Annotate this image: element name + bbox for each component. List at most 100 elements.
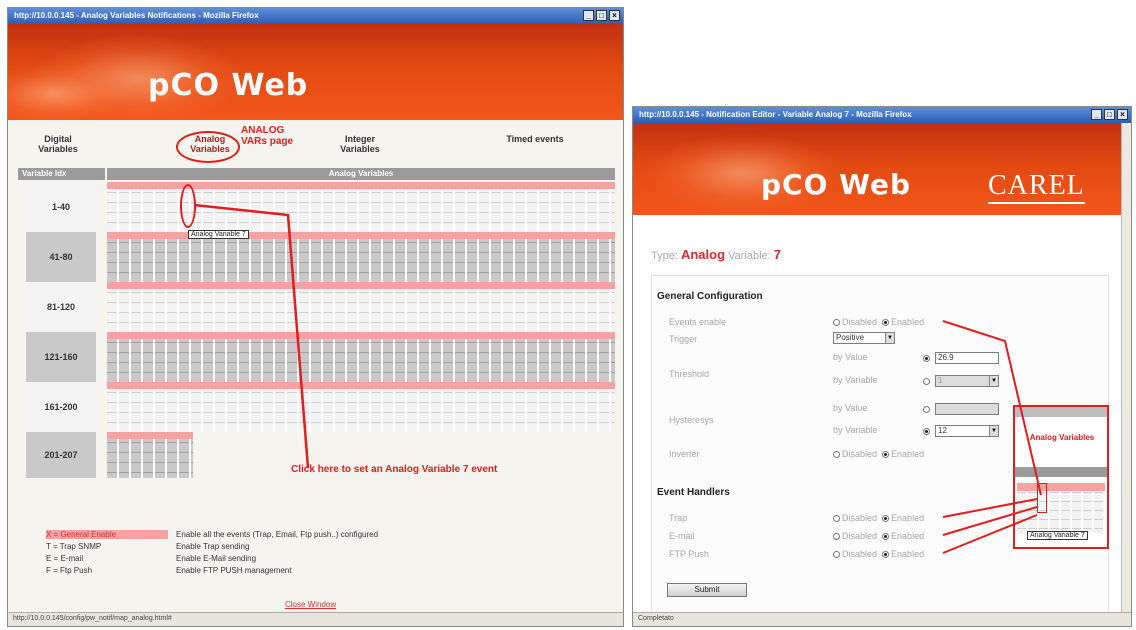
right-scrollbar[interactable] (1121, 123, 1131, 612)
events-enabled-radio[interactable] (882, 319, 890, 327)
threshold-by-variable-label: by Variable (833, 375, 878, 385)
ftp-enabled-radio[interactable] (882, 551, 890, 559)
row-label-121-160: 121-160 (26, 332, 96, 382)
nav-integer-variables[interactable]: Integer Variables (330, 134, 390, 154)
right-title-bar: http://10.0.0.145 - Notification Editor … (633, 107, 1131, 123)
legend-key: E = E-mail (46, 553, 84, 563)
trap-label: Trap (669, 513, 688, 523)
cells-41-80[interactable] (107, 232, 615, 282)
threshold-label: Threshold (669, 369, 710, 379)
variable-nav: Digital Variables Analog Variables Integ… (28, 134, 608, 154)
hysteresis-by-value-label: by Value (833, 403, 868, 413)
inset-tooltip: Analog Variable 7 (1027, 531, 1088, 540)
maximize-button[interactable]: □ (1104, 109, 1115, 120)
annotation-click-here: Click here to set an Analog Variable 7 e… (291, 464, 498, 475)
legend-row: X = General Enable Enable all the events… (46, 528, 378, 540)
inset-analog-label: Analog Variables (1029, 433, 1095, 442)
email-disabled-radio[interactable] (833, 533, 840, 541)
hysteresis-label: Hysteresys (669, 415, 714, 425)
analog-highlight-ellipse (176, 131, 240, 163)
trap-radios: Disabled Enabled (833, 513, 924, 523)
close-window-link[interactable]: Close Window (285, 600, 336, 609)
inverter-disabled-radio[interactable] (833, 451, 840, 459)
threshold-by-value-radio[interactable] (923, 355, 930, 362)
nav-timed-events[interactable]: Timed events (490, 134, 580, 154)
hysteresis-value-input[interactable] (935, 403, 999, 415)
threshold-by-variable-radio[interactable] (923, 378, 930, 385)
cells-81-120[interactable] (107, 282, 615, 332)
left-browser-window: http://10.0.0.145 - Analog Variables Not… (7, 7, 624, 627)
inverter-radios: Disabled Enabled (833, 449, 924, 459)
row-label-201-207: 201-207 (26, 432, 96, 478)
threshold-by-value-label: by Value (833, 352, 868, 362)
row-label-161-200: 161-200 (26, 382, 96, 432)
trap-disabled-radio[interactable] (833, 515, 840, 523)
legend-row: E = E-mail Enable E-Mail sending (46, 552, 378, 564)
legend-desc: Enable FTP PUSH management (176, 565, 292, 575)
pcoweb-logo: pCO Web (761, 168, 912, 201)
left-status-bar: http://10.0.0.145/config/pw_notif/map_an… (8, 612, 623, 626)
submit-button[interactable]: Submit (667, 583, 747, 597)
right-banner: pCO Web CAREL (633, 123, 1123, 215)
minimize-button[interactable]: _ (1091, 109, 1102, 120)
maximize-button[interactable]: □ (596, 10, 607, 21)
left-title-bar: http://10.0.0.145 - Analog Variables Not… (8, 8, 623, 24)
event-handlers-title: Event Handlers (657, 487, 730, 498)
variable-7-highlight[interactable] (180, 184, 196, 228)
chevron-down-icon: ▼ (989, 426, 998, 436)
nav-digital-variables[interactable]: Digital Variables (28, 134, 88, 154)
hysteresis-variable-select[interactable]: 12 ▼ (935, 425, 999, 437)
threshold-variable-select[interactable]: 1 ▼ (935, 375, 999, 387)
hysteresis-by-variable-label: by Variable (833, 425, 878, 435)
legend: X = General Enable Enable all the events… (46, 528, 378, 576)
inset-cells (1017, 483, 1105, 533)
close-window-button[interactable]: × (1117, 109, 1128, 120)
events-enable-label: Events enable (669, 317, 727, 327)
trigger-select[interactable]: Positive ▼ (833, 332, 895, 344)
grid-header-idx: Variable Idx (18, 168, 105, 180)
legend-desc: Enable E-Mail sending (176, 553, 257, 563)
cells-161-200[interactable] (107, 382, 615, 432)
annotation-analog-page: ANALOG VARs page (241, 125, 294, 147)
threshold-value-input[interactable]: 26.9 (935, 352, 999, 364)
left-banner: pCO Web (8, 24, 623, 120)
right-window-title: http://10.0.0.145 - Notification Editor … (639, 110, 912, 119)
inset-grid-header (1015, 467, 1107, 477)
minimize-button[interactable]: _ (583, 10, 594, 21)
close-window-button[interactable]: × (609, 10, 620, 21)
hysteresis-by-variable-radio[interactable] (923, 428, 930, 435)
events-enable-radios: Disabled Enabled (833, 317, 924, 327)
chevron-down-icon: ▼ (885, 333, 894, 343)
type-value: Analog (680, 247, 726, 262)
inverter-label: Inverter (669, 449, 700, 459)
left-status-text: http://10.0.0.145/config/pw_notif/map_an… (13, 615, 172, 622)
events-disabled-radio[interactable] (833, 319, 840, 327)
cells-201-207[interactable] (107, 432, 193, 478)
cells-121-160[interactable] (107, 332, 615, 382)
ftp-push-radios: Disabled Enabled (833, 549, 924, 559)
hysteresis-by-value-radio[interactable] (923, 406, 930, 413)
right-status-bar: Completato (633, 612, 1131, 626)
chevron-down-icon: ▼ (989, 376, 998, 386)
trigger-label: Trigger (669, 334, 698, 344)
row-label-81-120: 81-120 (26, 282, 96, 332)
left-window-title: http://10.0.0.145 - Analog Variables Not… (14, 11, 259, 20)
email-enabled-radio[interactable] (882, 533, 890, 541)
ftp-disabled-radio[interactable] (833, 551, 840, 559)
type-variable-line: Type: Analog Variable: 7 (651, 247, 781, 262)
legend-desc: Enable all the events (Trap, Email, Ftp … (176, 529, 379, 539)
trap-enabled-radio[interactable] (882, 515, 890, 523)
tooltip-analog-variable-7: Analog Variable 7 (188, 230, 249, 239)
type-label: Type: (651, 250, 678, 262)
legend-key: T = Trap SNMP (46, 541, 102, 551)
email-radios: Disabled Enabled (833, 531, 924, 541)
variable-label: Variable: (728, 250, 771, 262)
legend-desc: Enable Trap sending (176, 541, 250, 551)
inverter-enabled-radio[interactable] (882, 451, 890, 459)
right-browser-window: http://10.0.0.145 - Notification Editor … (632, 106, 1132, 627)
carel-logo: CAREL (988, 170, 1085, 204)
legend-row: F = Ftp Push Enable FTP PUSH management (46, 564, 378, 576)
legend-key: F = Ftp Push (46, 565, 93, 575)
row-label-41-80: 41-80 (26, 232, 96, 282)
inset-analog-zoom: Analog Variables Analog Variable 7 (1013, 405, 1109, 549)
